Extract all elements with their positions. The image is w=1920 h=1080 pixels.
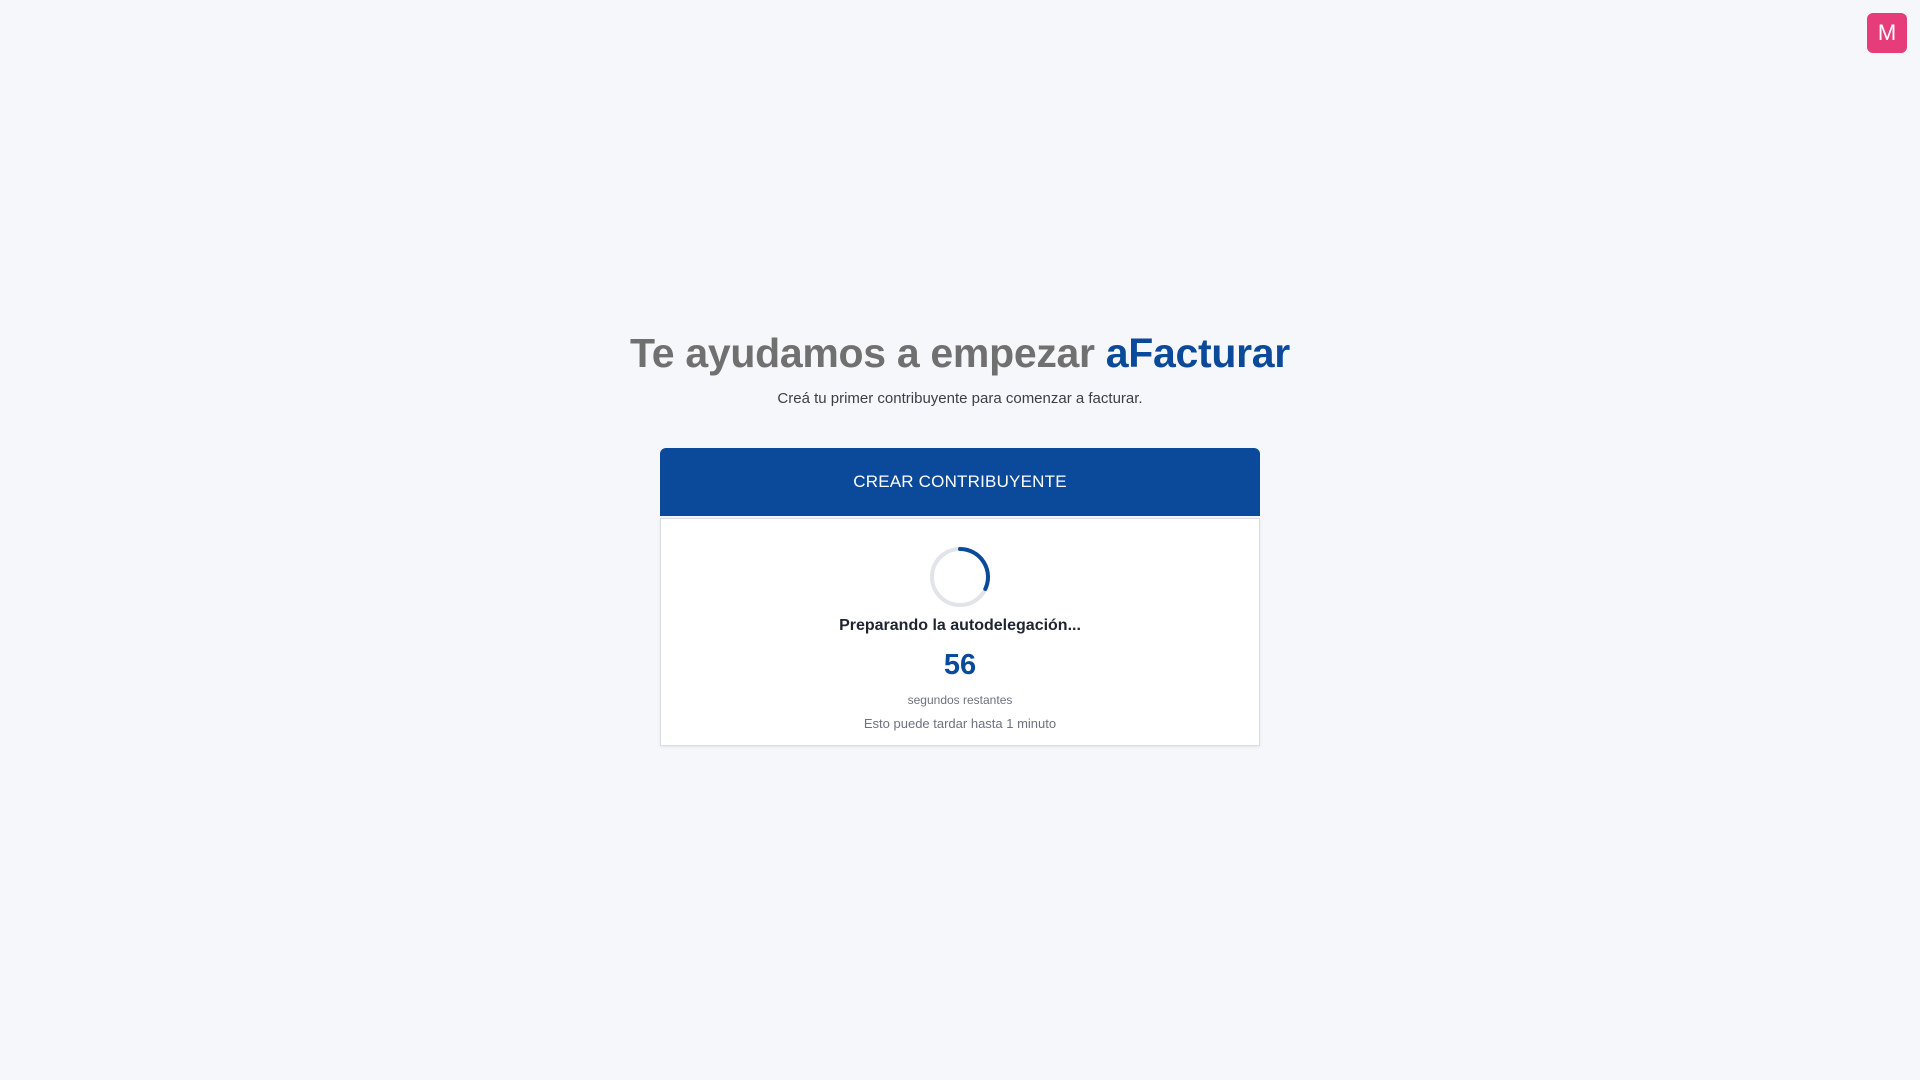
wait-note: Esto puede tardar hasta 1 minuto (863, 716, 1057, 731)
loading-spinner-icon (930, 547, 990, 607)
countdown-label: segundos restantes (907, 693, 1013, 707)
avatar-initial: M (1877, 20, 1897, 45)
page-title: Te ayudamos a empezar aFacturar (0, 326, 1920, 380)
page-subtitle: Creá tu primer contribuyente para comenz… (777, 390, 1143, 407)
page: M Te ayudamos a empezar aFacturar Creá t… (0, 0, 1920, 1080)
status-text: Preparando la autodelegación... (839, 617, 1081, 634)
page-title-prefix: Te ayudamos a empezar (630, 330, 1095, 376)
user-avatar[interactable]: M (1867, 13, 1907, 53)
hero: Te ayudamos a empezar aFacturar Creá tu … (0, 326, 1920, 407)
brand-name: aFacturar (1105, 330, 1290, 376)
create-taxpayer-card: CREAR CONTRIBUYENTE Preparando la autode… (660, 448, 1260, 746)
card-body: Preparando la autodelegación... 56 segun… (660, 518, 1260, 746)
card-header: CREAR CONTRIBUYENTE (660, 448, 1260, 516)
countdown-value: 56 (943, 649, 977, 681)
card-header-title: CREAR CONTRIBUYENTE (853, 472, 1067, 491)
